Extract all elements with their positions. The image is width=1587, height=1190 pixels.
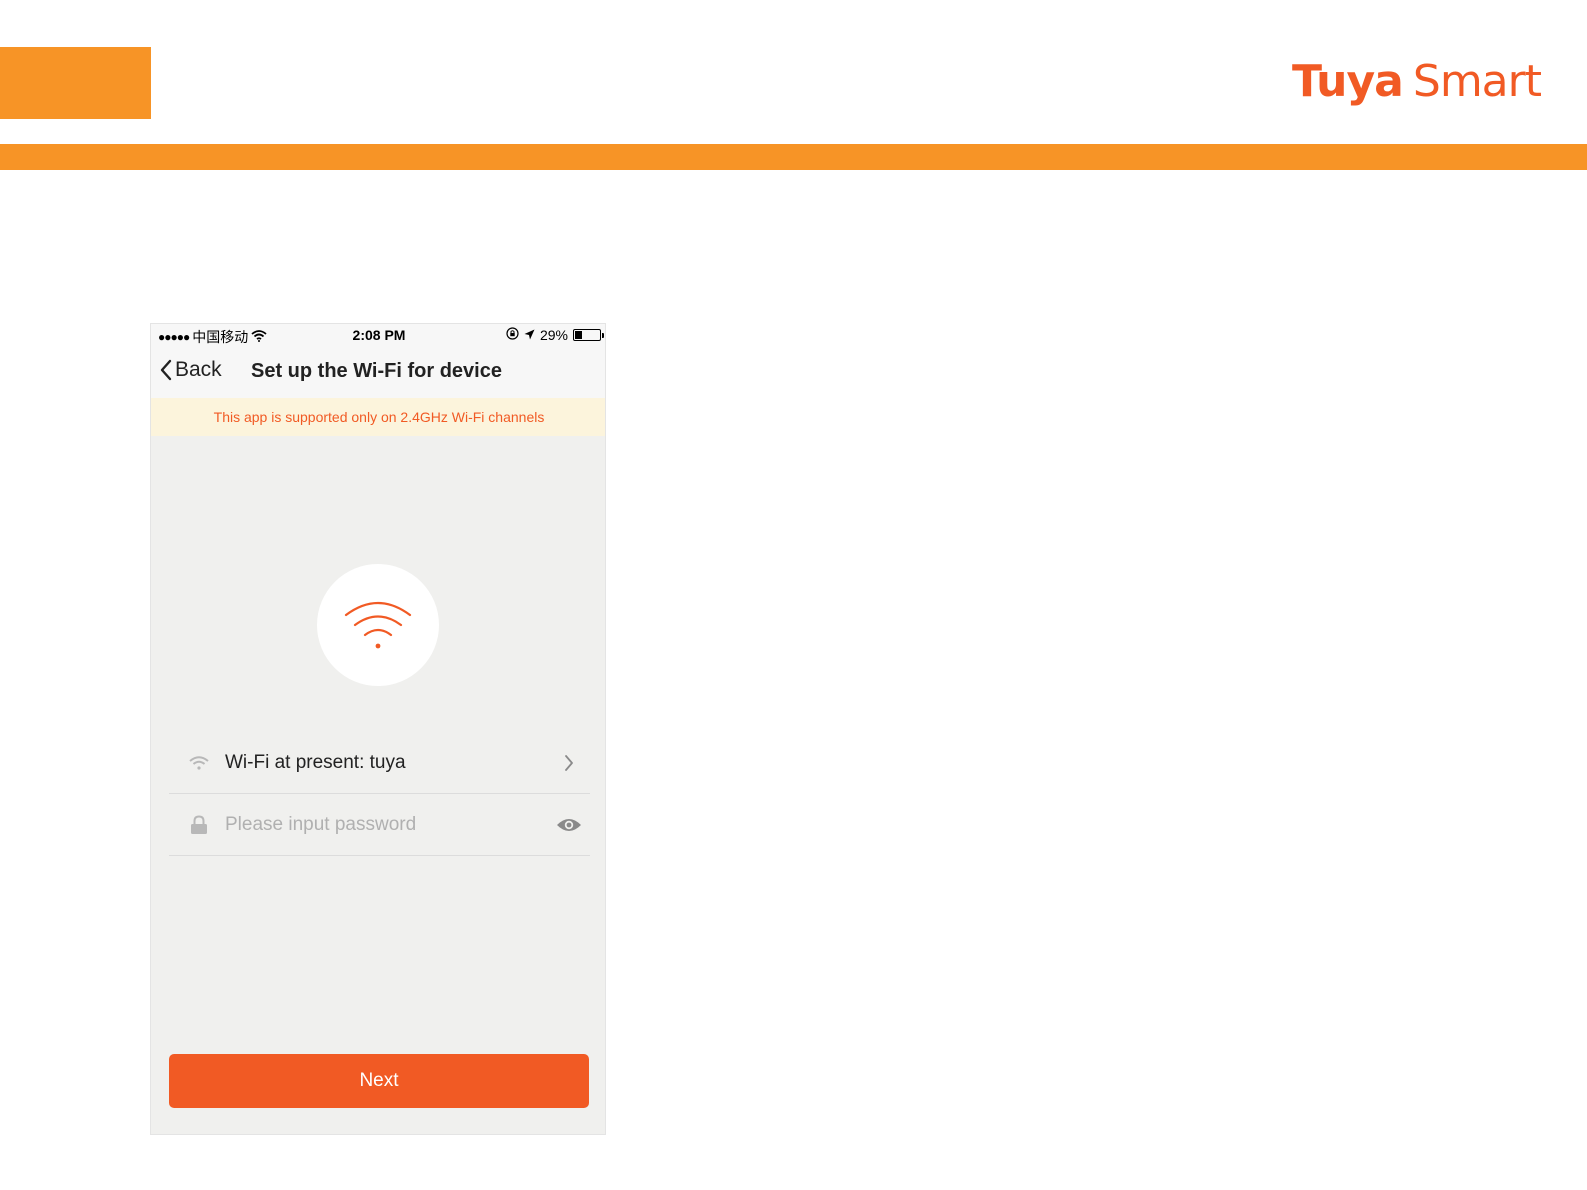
brand-logo-part1: Tuya <box>1292 56 1404 107</box>
eye-icon[interactable] <box>554 817 584 833</box>
back-label: Back <box>175 358 222 381</box>
current-wifi-label: Wi-Fi at present: tuya <box>225 751 406 773</box>
battery-level-fill <box>575 331 582 339</box>
status-bar: ●●●●● 中国移动 2:08 PM 29% <box>151 324 605 346</box>
wifi-icon <box>344 602 412 649</box>
wifi-illustration <box>317 564 439 686</box>
battery-percent: 29% <box>539 327 568 343</box>
current-wifi-row[interactable]: Wi-Fi at present: tuya <box>169 732 590 794</box>
orientation-lock-icon <box>506 327 519 343</box>
chevron-left-icon <box>160 359 172 381</box>
lock-icon <box>189 814 209 835</box>
wifi-band-notice: This app is supported only on 2.4GHz Wi-… <box>151 398 605 436</box>
location-arrow-icon <box>524 327 535 343</box>
brand-logo: Tuya Smart <box>1292 56 1542 107</box>
password-row <box>169 794 590 856</box>
header-stripe <box>0 144 1587 170</box>
phone-screenshot: ●●●●● 中国移动 2:08 PM 29% Back Set up the W… <box>150 323 606 1135</box>
slide: Tuya Smart ●●●●● 中国移动 2:08 PM 29% Back S… <box>0 0 1587 1190</box>
nav-bar: Back Set up the Wi-Fi for device <box>151 346 605 398</box>
next-button[interactable]: Next <box>169 1054 589 1108</box>
brand-logo-part2: Smart <box>1412 56 1542 107</box>
page-title: Set up the Wi-Fi for device <box>251 360 502 382</box>
back-button[interactable]: Back <box>159 358 222 382</box>
chevron-right-icon <box>554 754 584 772</box>
password-input[interactable] <box>225 813 554 836</box>
battery-icon <box>573 329 604 341</box>
wifi-small-icon <box>189 755 209 771</box>
corner-accent-block <box>0 47 151 119</box>
status-right: 29% <box>506 327 604 343</box>
